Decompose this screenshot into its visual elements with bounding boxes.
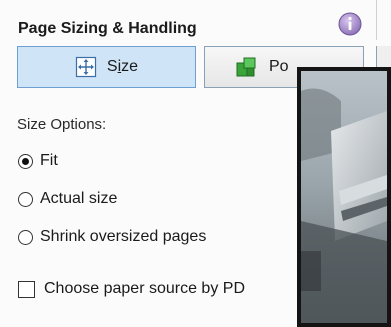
overlapping-photo-window (297, 67, 391, 327)
info-icon[interactable] (336, 10, 364, 38)
printer-photo (301, 71, 387, 323)
radio-shrink-oversized-button[interactable] (18, 229, 33, 245)
paper-source-checkbox[interactable] (18, 280, 35, 298)
radio-actual-size-label: Actual size (40, 190, 118, 207)
paper-source-checkbox-row[interactable]: Choose paper source by PD (18, 280, 245, 298)
section-title: Page Sizing & Handling (18, 20, 197, 37)
poster-icon (236, 57, 256, 77)
radio-shrink-oversized-label: Shrink oversized pages (40, 228, 207, 245)
paper-source-label: Choose paper source by PD (44, 280, 245, 297)
size-button[interactable]: Size (17, 46, 196, 88)
radio-actual-size-button[interactable] (18, 191, 33, 207)
size-icon (75, 56, 97, 78)
size-options-label: Size Options: (17, 116, 107, 133)
size-button-label: Size (106, 58, 139, 75)
radio-fit-button[interactable] (18, 153, 33, 169)
radio-fit-label: Fit (40, 152, 58, 169)
radio-actual-size[interactable]: Actual size (18, 190, 117, 208)
radio-fit[interactable]: Fit (18, 152, 58, 170)
adjacent-panel-edge (376, 0, 391, 40)
poster-button-label: Po (269, 58, 289, 75)
radio-shrink-oversized[interactable]: Shrink oversized pages (18, 228, 206, 246)
print-settings-panel: Page Sizing & Handling Size Po Size Opti… (0, 0, 391, 327)
